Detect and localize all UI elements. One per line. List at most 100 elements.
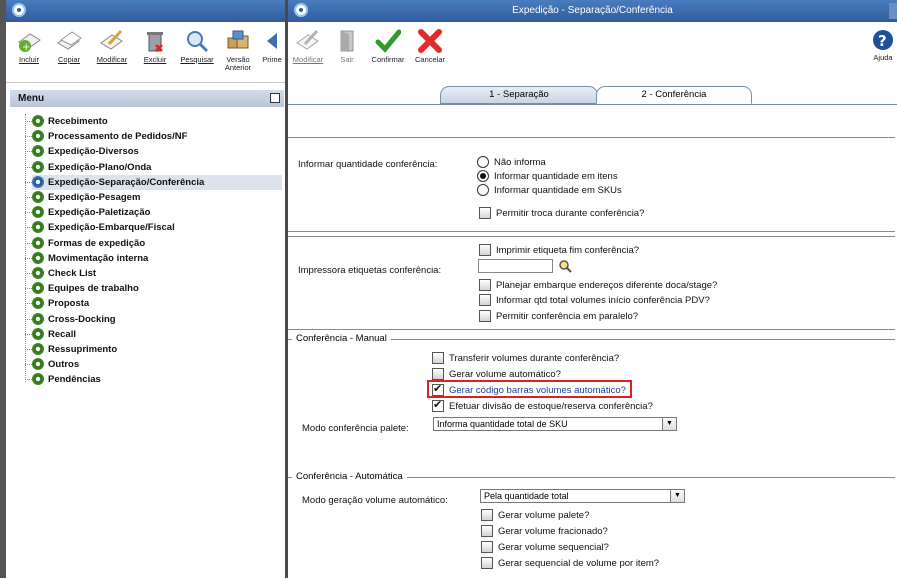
impressora-input[interactable] (478, 259, 553, 273)
ajuda-button[interactable]: ? Ajuda (870, 28, 896, 62)
checkbox-permitir-troca[interactable] (479, 207, 491, 219)
tab-separacao[interactable]: 1 - Separação (440, 86, 598, 104)
tree-connector (25, 114, 27, 382)
checkbox-gerar-volume-fracionado[interactable] (481, 525, 493, 537)
svg-text:?: ? (878, 32, 887, 50)
menu-item[interactable]: Processamento de Pedidos/NF (32, 129, 282, 144)
checkbox-gerar-volume-auto[interactable] (432, 368, 444, 380)
efetuar-divisao-label: Efetuar divisão de estoque/reserva confe… (449, 401, 653, 412)
menu-item[interactable]: Expedição-Pesagem (32, 190, 282, 205)
tree-node-icon (32, 160, 44, 173)
menu-item[interactable]: Check List (32, 266, 282, 281)
tree-connector (25, 257, 32, 259)
versao-anterior-button[interactable]: Versão Anterior (220, 28, 256, 72)
window-title: Expedição - Separação/Conferência (512, 5, 673, 16)
checkbox-gerar-sequencial-item[interactable] (481, 557, 493, 569)
main-title-bar: Expedição - Separação/Conferência (288, 0, 897, 22)
tree-node-icon (32, 297, 44, 310)
radio-informar-itens[interactable] (477, 170, 489, 182)
checkbox-planejar-embarque[interactable] (479, 279, 491, 291)
checkbox-gerar-volume-palete[interactable] (481, 509, 493, 521)
modificar-left-button[interactable]: Modificar (92, 28, 132, 64)
main-toolbar: Modificar Sair Confirmar Cancelar ? Ajud… (288, 22, 897, 83)
menu-item[interactable]: Proposta (32, 296, 282, 311)
radio-informar-skus[interactable] (477, 184, 489, 196)
menu-item[interactable]: Pendências (32, 372, 282, 387)
tree-node-icon (32, 221, 44, 234)
copiar-button[interactable]: Copiar (52, 28, 86, 64)
modo-geracao-select[interactable]: Pela quantidade total ▼ (480, 489, 685, 503)
gerar-volume-fracionado-label: Gerar volume fracionado? (498, 526, 608, 537)
gerar-volume-sequencial-label: Gerar volume sequencial? (498, 542, 609, 553)
menu-item[interactable]: Equipes de trabalho (32, 281, 282, 296)
modificar-button[interactable]: Modificar (288, 28, 328, 64)
tree-node-icon (32, 145, 44, 158)
menu-item-label: Pendências (48, 374, 101, 386)
menu-item[interactable]: Formas de expedição (32, 236, 282, 251)
menu-item-label: Processamento de Pedidos/NF (48, 131, 188, 143)
menu-item-label: Outros (48, 359, 80, 371)
menu-item[interactable]: Expedição-Paletização (32, 205, 282, 220)
lookup-search-icon[interactable] (558, 259, 572, 273)
tree-connector (25, 121, 32, 122)
checkbox-transferir-volumes[interactable] (432, 352, 444, 364)
menu-item[interactable]: Expedição-Plano/Onda (32, 160, 282, 175)
menu-item[interactable]: Movimentação interna (32, 251, 282, 266)
primeiro-button[interactable]: Prime (260, 28, 284, 64)
checkbox-imprimir-etiqueta[interactable] (479, 244, 491, 256)
sair-button[interactable]: Sair (332, 28, 362, 64)
checkbox-permitir-paralelo[interactable] (479, 310, 491, 322)
tree-node-icon (32, 343, 44, 355)
tree-node-icon (32, 251, 44, 264)
tree-node-icon (32, 267, 44, 279)
boxes-icon (225, 28, 251, 54)
menu-item-label: Equipes de trabalho (48, 283, 139, 295)
checkbox-informar-qtd-volumes[interactable] (479, 294, 491, 306)
menu-minimize-button[interactable] (270, 93, 280, 103)
menu-header: Menu (10, 90, 284, 107)
radio-informar-skus-label: Informar quantidade em SKUs (494, 185, 622, 196)
edit-pencil-icon (295, 28, 321, 54)
tab-underline (288, 104, 897, 105)
menu-item[interactable]: Ressuprimento (32, 342, 282, 357)
cancelar-button[interactable]: Cancelar (412, 28, 448, 64)
menu-item[interactable]: Recall (32, 327, 282, 342)
menu-item-label: Movimentação interna (48, 252, 149, 264)
excluir-button[interactable]: Excluir (138, 28, 172, 64)
informar-qtd-label: Informar quantidade conferência: (298, 159, 438, 170)
pesquisar-button[interactable]: Pesquisar (178, 28, 216, 64)
menu-item[interactable]: Expedição-Embarque/Fiscal (32, 220, 282, 235)
planejar-embarque-label: Planejar embarque endereços diferente do… (496, 280, 718, 291)
help-icon: ? (872, 28, 894, 52)
permitir-paralelo-label: Permitir conferência em paralelo? (496, 311, 639, 322)
menu-item-label: Formas de expedição (48, 237, 146, 249)
menu-item[interactable]: Outros (32, 357, 282, 372)
tab-conferencia[interactable]: 2 - Conferência (596, 86, 752, 104)
gerar-volume-palete-label: Gerar volume palete? (498, 510, 590, 521)
checkbox-efetuar-divisao[interactable] (432, 398, 444, 412)
incluir-button[interactable]: + Incluir (12, 28, 46, 64)
gerar-codigo-barras-label: Gerar código barras volumes automático? (449, 385, 626, 396)
checkbox-gerar-volume-sequencial[interactable] (481, 541, 493, 553)
checkbox-gerar-codigo-barras[interactable] (432, 382, 444, 396)
tree-connector (25, 136, 32, 138)
menu-item[interactable]: Recebimento (32, 114, 282, 129)
trash-icon (142, 28, 168, 54)
confirmar-button[interactable]: Confirmar (368, 28, 408, 64)
tree-connector (25, 151, 32, 153)
radio-informar-itens-label: Informar quantidade em itens (494, 171, 618, 182)
edit-pencil-icon (99, 28, 125, 54)
menu-item[interactable]: Expedição-Diversos (32, 144, 282, 159)
radio-nao-informa[interactable] (477, 156, 489, 168)
tree-connector (25, 212, 32, 214)
window-control-button[interactable] (889, 3, 897, 19)
manual-legend: Conferência - Manual (292, 333, 391, 344)
informar-qtd-volumes-label: Informar qtd total volumes início confer… (496, 295, 710, 306)
menu-item[interactable]: Expedição-Separação/Conferência (32, 174, 282, 190)
menu-item-label: Check List (48, 268, 97, 279)
auto-legend: Conferência - Automática (292, 471, 407, 482)
modo-palete-select[interactable]: Informa quantidade total de SKU ▼ (433, 417, 677, 431)
menu-item-label: Expedição-Plano/Onda (48, 161, 152, 173)
menu-item[interactable]: Cross-Docking (32, 312, 282, 327)
permitir-troca-label: Permitir troca durante conferência? (496, 208, 645, 219)
